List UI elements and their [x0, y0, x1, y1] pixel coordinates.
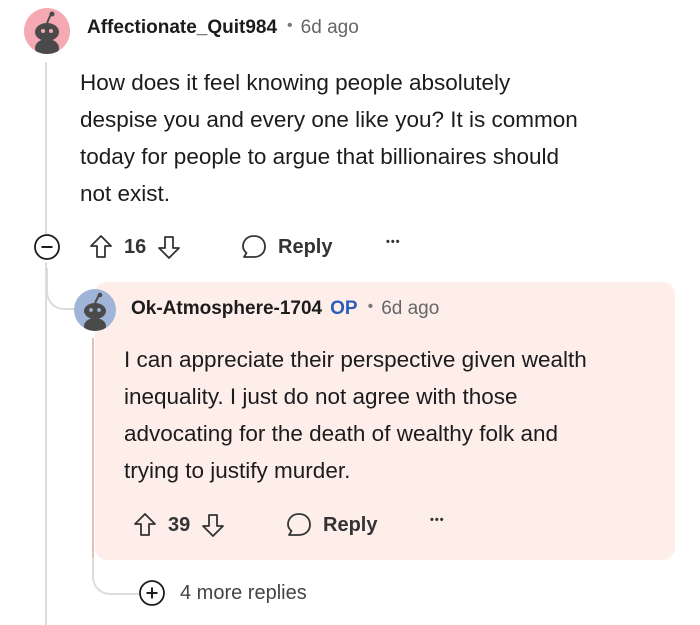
plus-circle-icon	[139, 580, 165, 606]
more-replies-button[interactable]: 4 more replies	[138, 579, 307, 607]
vote-bar: 16	[88, 233, 182, 261]
vote-count: 16	[124, 235, 147, 258]
thread-line-more-branch	[92, 558, 140, 595]
arrow-down-icon[interactable]	[156, 233, 182, 261]
more-options-button[interactable]: •••	[430, 514, 445, 526]
arrow-up-icon[interactable]	[132, 511, 158, 539]
thread-line-reply	[92, 338, 94, 563]
vote-bar: 39	[132, 511, 226, 539]
reply-button[interactable]: Reply	[285, 511, 377, 539]
username[interactable]: Ok-Atmosphere-1704	[131, 298, 322, 320]
more-options-dots: •••	[386, 236, 401, 248]
thread-line-main	[45, 62, 47, 234]
reply-body: I can appreciate their perspective given…	[124, 341, 669, 489]
separator: •	[367, 298, 374, 315]
comment-body: How does it feel knowing people absolute…	[80, 64, 680, 212]
more-options-button[interactable]: •••	[386, 236, 401, 248]
speech-bubble-icon	[287, 513, 311, 536]
more-options-dots: •••	[430, 514, 445, 526]
comment-line: How does it feel knowing people absolute…	[80, 70, 511, 95]
username[interactable]: Affectionate_Quit984	[87, 17, 277, 39]
op-badge: OP	[330, 298, 358, 319]
avatar[interactable]	[24, 8, 70, 54]
timestamp[interactable]: 6d ago	[301, 17, 359, 39]
reply-line: I can appreciate their perspective given…	[124, 347, 587, 372]
comment-line: not exist.	[80, 181, 171, 206]
avatar[interactable]	[74, 289, 116, 331]
arrow-up-icon[interactable]	[88, 233, 114, 261]
reply-line: advocating for the death of wealthy folk…	[124, 421, 559, 446]
reply-meta: Ok-Atmosphere-1704 OP • 6d ago	[131, 298, 439, 320]
reply-button[interactable]: Reply	[240, 233, 332, 261]
arrow-down-icon[interactable]	[200, 511, 226, 539]
timestamp[interactable]: 6d ago	[381, 298, 439, 320]
minus-circle-icon	[34, 234, 60, 260]
vote-count: 39	[168, 513, 191, 536]
reply-label: Reply	[278, 235, 333, 258]
snoo-avatar-icon	[84, 292, 106, 331]
comment-meta: Affectionate_Quit984 • 6d ago	[87, 17, 359, 39]
comment-line: despise you and every one like you? It i…	[80, 107, 578, 132]
more-replies-label: 4 more replies	[180, 581, 307, 604]
collapse-button[interactable]	[33, 233, 61, 261]
reply-label: Reply	[323, 513, 378, 536]
reply-line: trying to justify murder.	[124, 458, 351, 483]
separator: •	[287, 17, 293, 34]
snoo-avatar-icon	[35, 11, 59, 54]
thread-line-main-lower	[45, 262, 47, 625]
speech-bubble-icon	[242, 235, 266, 258]
comment-line: today for people to argue that billionai…	[80, 144, 560, 169]
reply-line: inequality. I just do not agree with tho…	[124, 384, 518, 409]
